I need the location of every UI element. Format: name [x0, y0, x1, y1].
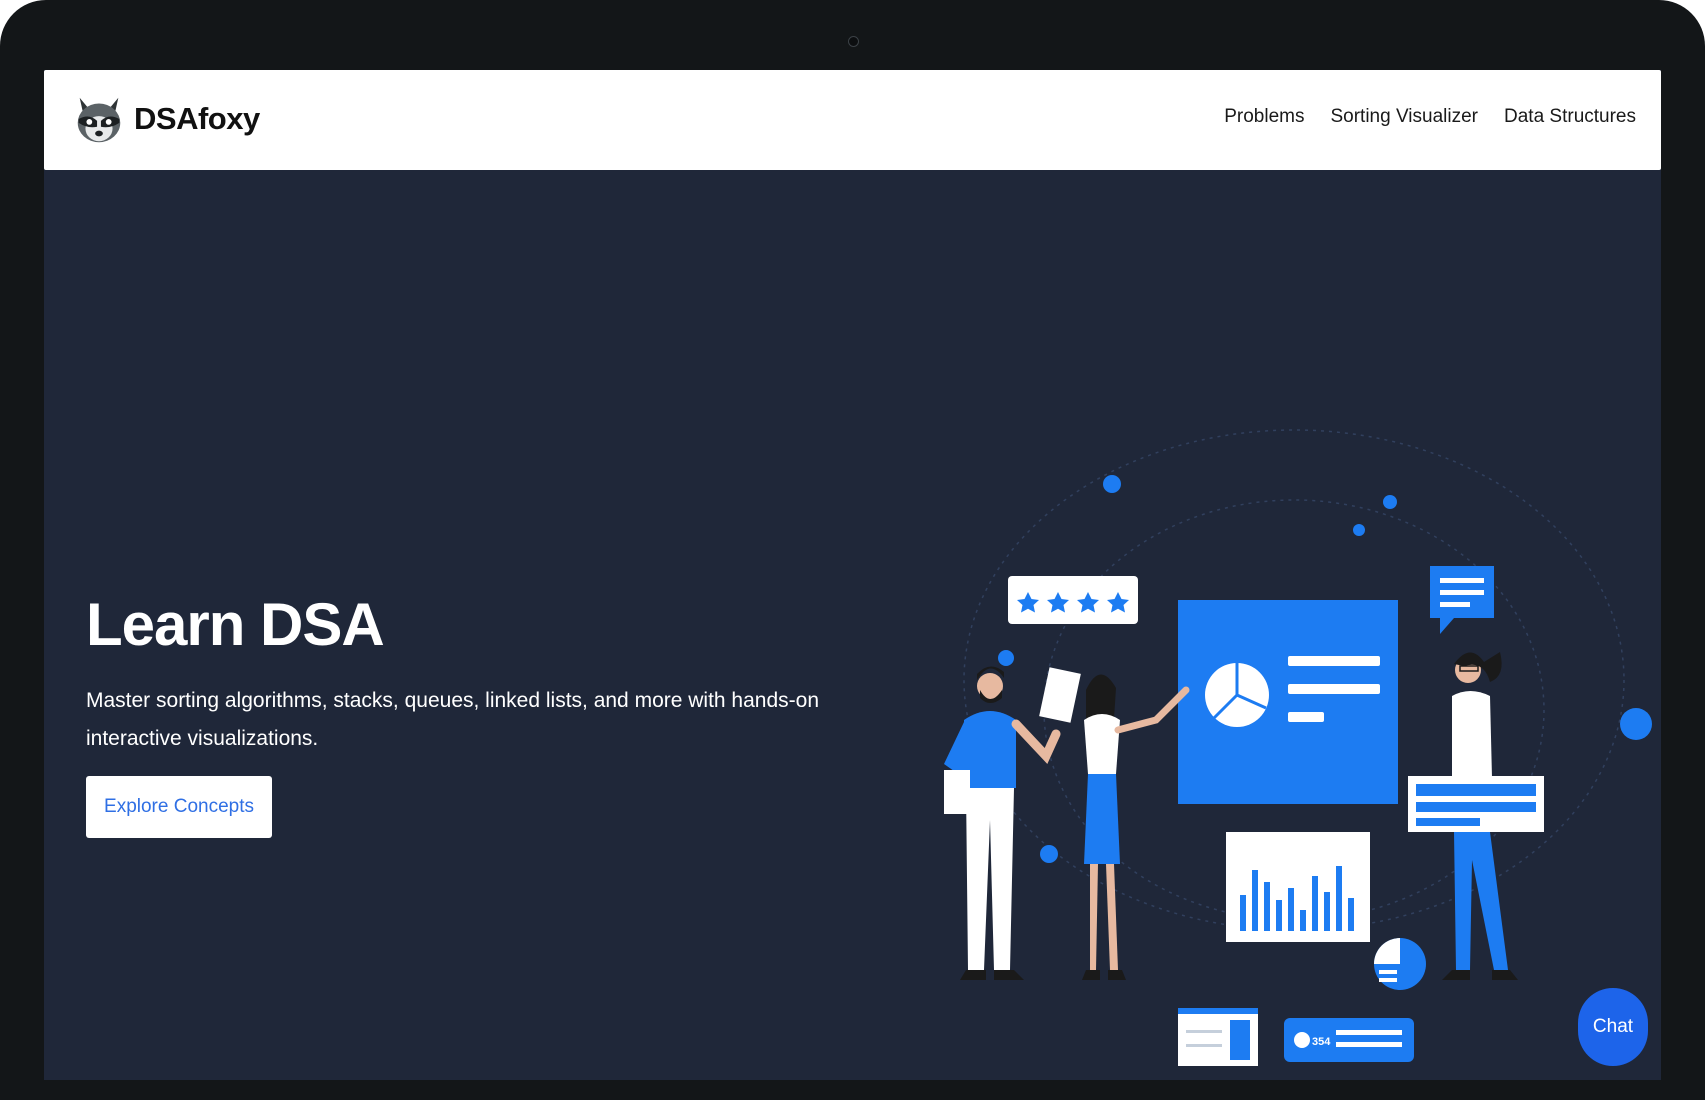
chat-button[interactable]: Chat: [1578, 988, 1648, 1066]
presentation-board: [1178, 600, 1398, 804]
nav-links: Problems Sorting Visualizer Data Structu…: [1224, 106, 1636, 128]
hero-title: Learn DSA: [86, 591, 385, 658]
nav-link-problems[interactable]: Problems: [1224, 106, 1304, 128]
navbar: DSAfoxy Problems Sorting Visualizer Data…: [44, 70, 1661, 170]
browser-viewport: DSAfoxy Problems Sorting Visualizer Data…: [44, 70, 1661, 1080]
laptop-frame: DSAfoxy Problems Sorting Visualizer Data…: [0, 0, 1705, 1100]
woman-figure: [1082, 674, 1190, 980]
stat-card: 354: [1284, 1018, 1414, 1062]
rating-card: [1008, 576, 1138, 624]
chat-bubble-graphic: [1430, 566, 1494, 634]
brand-name: DSAfoxy: [134, 101, 260, 136]
stat-value: 354: [1312, 1036, 1331, 1048]
small-table-card: [1178, 1008, 1258, 1066]
pie-chart-badge: [1374, 938, 1426, 990]
raccoon-logo-icon: [77, 97, 121, 143]
brand[interactable]: DSAfoxy: [70, 90, 260, 148]
nav-link-sorting-visualizer[interactable]: Sorting Visualizer: [1330, 106, 1478, 128]
team-analytics-illustration: 354: [944, 429, 1652, 1066]
hero-description: Master sorting algorithms, stacks, queue…: [86, 689, 820, 750]
nav-link-data-structures[interactable]: Data Structures: [1504, 106, 1636, 128]
camera-dot: [848, 36, 859, 47]
explore-concepts-button[interactable]: Explore Concepts: [86, 776, 272, 838]
bar-chart-card: [1226, 832, 1370, 942]
man-figure: [944, 666, 1081, 980]
woman-with-panel-figure: [1408, 652, 1544, 980]
